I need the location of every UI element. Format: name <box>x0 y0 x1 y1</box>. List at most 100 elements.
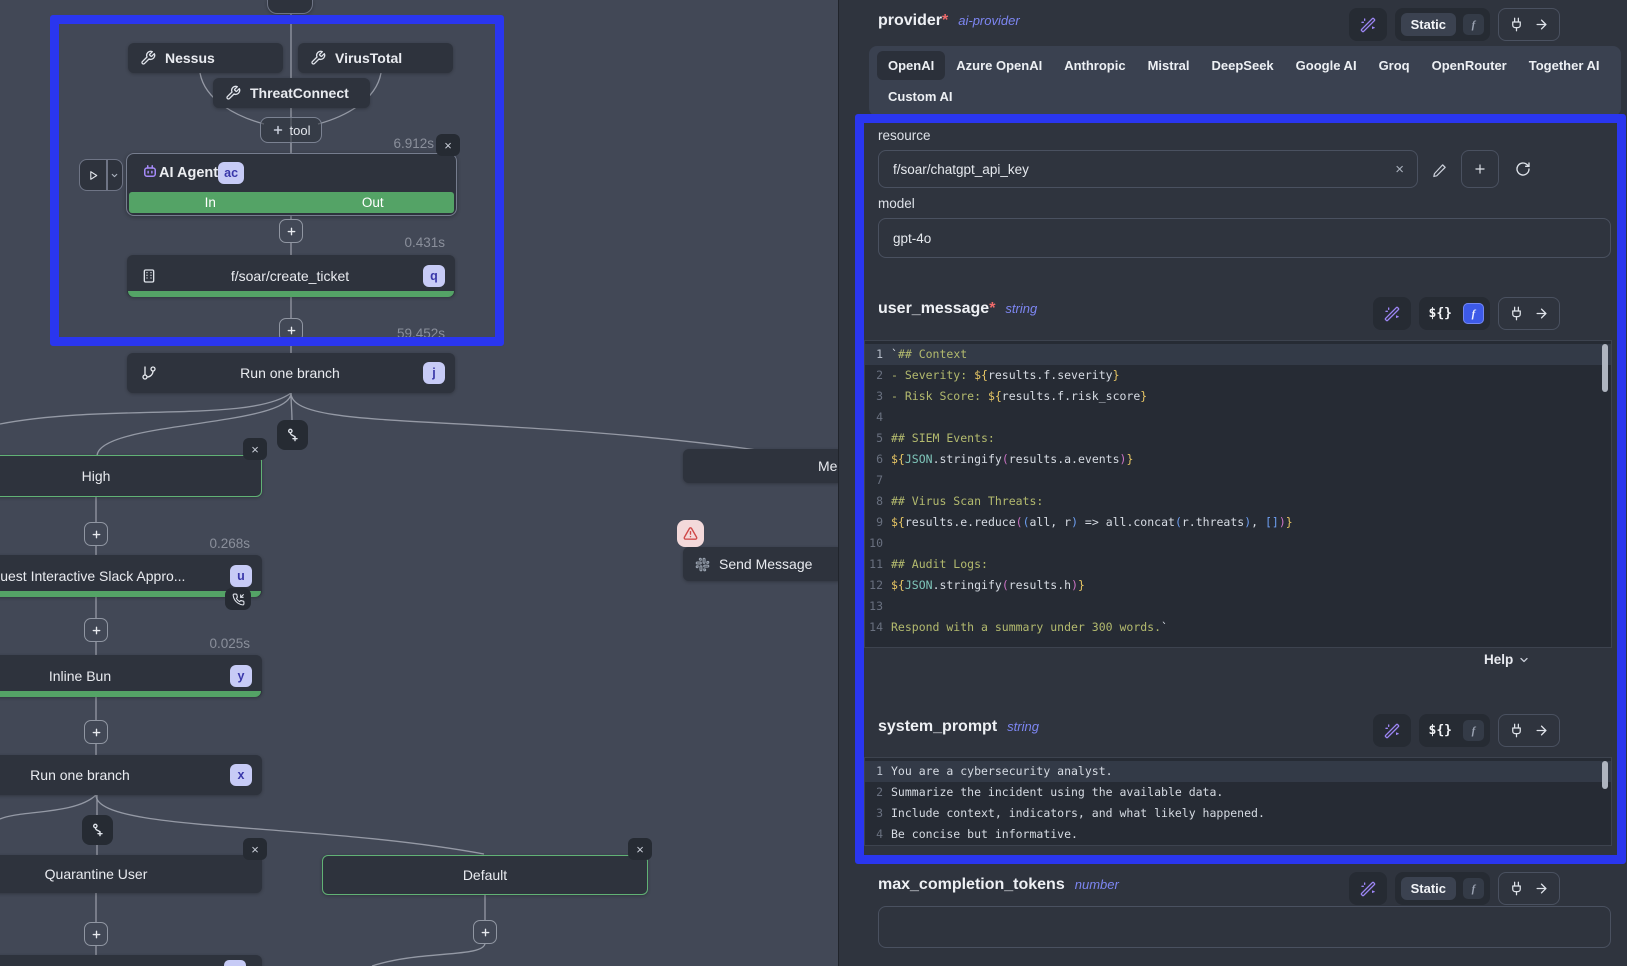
resource-input[interactable]: × <box>878 150 1418 188</box>
model-input[interactable] <box>878 218 1611 258</box>
tool-node-nessus[interactable]: Nessus <box>128 43 283 73</box>
slack-approval-node[interactable]: Request Interactive Slack Appro... u <box>0 555 262 597</box>
code-line[interactable]: 13 <box>865 596 1611 617</box>
add-tool-button[interactable]: tool <box>260 117 322 143</box>
function-mode-icon[interactable]: f <box>1463 14 1484 35</box>
flow-canvas[interactable]: Nessus VirusTotal ThreatConnect tool 6.9… <box>0 0 838 966</box>
robot-icon <box>141 162 159 184</box>
branch-node-high[interactable]: High <box>0 455 262 497</box>
plug-icon[interactable] <box>1509 17 1524 32</box>
provider-tab-google-ai[interactable]: Google AI <box>1285 51 1368 80</box>
close-icon[interactable]: × <box>436 134 460 156</box>
ai-wand-button[interactable] <box>1373 714 1411 747</box>
add-branch-button[interactable] <box>82 815 113 845</box>
scrollbar-thumb[interactable] <box>1602 344 1608 392</box>
code-line[interactable]: 3- Risk Score: ${results.f.risk_score} <box>865 386 1611 407</box>
ai-wand-button[interactable] <box>1349 8 1387 41</box>
code-line[interactable]: 14Respond with a summary under 300 words… <box>865 617 1611 638</box>
quarantine-user-node[interactable]: Quarantine User <box>0 855 262 893</box>
arrow-right-icon[interactable] <box>1534 723 1549 738</box>
ai-agent-node[interactable]: AI Agent ac In Out <box>126 153 457 216</box>
code-line[interactable]: 4 <box>865 407 1611 428</box>
code-line[interactable]: 4Be concise but informative. <box>865 824 1611 845</box>
insert-step-button[interactable] <box>473 920 497 944</box>
edit-resource-button[interactable] <box>1427 158 1451 182</box>
model-value[interactable] <box>879 231 1610 246</box>
provider-tab-together-ai[interactable]: Together AI <box>1518 51 1611 80</box>
tool-node-threatconnect[interactable]: ThreatConnect <box>213 78 370 108</box>
provider-tab-mistral[interactable]: Mistral <box>1137 51 1201 80</box>
code-line[interactable]: 9${results.e.reduce((all, r) => all.conc… <box>865 512 1611 533</box>
plug-icon[interactable] <box>1509 723 1524 738</box>
max-completion-tokens-input[interactable] <box>878 906 1611 948</box>
max-completion-tokens-value[interactable] <box>879 920 1610 935</box>
chevron-down-icon[interactable] <box>108 160 123 190</box>
provider-tab-azure-openai[interactable]: Azure OpenAI <box>945 51 1053 80</box>
insert-step-button[interactable] <box>279 219 303 243</box>
provider-tab-custom-ai[interactable]: Custom AI <box>877 82 964 111</box>
arrow-right-icon[interactable] <box>1534 17 1549 32</box>
code-line[interactable]: 1`## Context <box>865 344 1611 365</box>
function-mode-icon[interactable]: f <box>1463 720 1484 741</box>
input-node-stub[interactable] <box>267 0 313 14</box>
clear-icon[interactable]: × <box>1382 161 1417 178</box>
branch-node-default[interactable]: Default <box>322 855 648 895</box>
run-one-branch-node-x[interactable]: Run one branch x <box>0 755 262 795</box>
refresh-resources-button[interactable] <box>1511 157 1535 181</box>
tool-node-virustotal[interactable]: VirusTotal <box>298 43 453 73</box>
template-mode-button[interactable]: ${} <box>1425 723 1456 738</box>
code-line[interactable]: 2Summarize the incident using the availa… <box>865 782 1611 803</box>
provider-tab-openrouter[interactable]: OpenRouter <box>1421 51 1518 80</box>
function-mode-icon[interactable]: f <box>1463 878 1484 899</box>
add-branch-button[interactable] <box>277 420 308 450</box>
function-mode-icon[interactable]: f <box>1463 303 1484 324</box>
provider-tab-anthropic[interactable]: Anthropic <box>1053 51 1136 80</box>
close-icon[interactable]: × <box>243 438 267 460</box>
close-icon[interactable]: × <box>628 838 652 860</box>
add-resource-button[interactable] <box>1461 150 1499 188</box>
plug-icon[interactable] <box>1509 881 1524 896</box>
provider-tab-openai[interactable]: OpenAI <box>877 51 945 80</box>
agent-out-handle[interactable]: Out <box>292 192 455 213</box>
static-mode-button[interactable]: Static <box>1401 13 1456 36</box>
provider-tab-groq[interactable]: Groq <box>1368 51 1421 80</box>
inline-bun-node[interactable]: Inline Bun y <box>0 655 262 697</box>
scrollbar-thumb[interactable] <box>1602 761 1608 789</box>
branch-node-medium[interactable]: Medium <box>683 449 838 483</box>
code-line[interactable]: 12${JSON.stringify(results.h)} <box>865 575 1611 596</box>
provider-tab-deepseek[interactable]: DeepSeek <box>1201 51 1285 80</box>
code-line[interactable]: 5## SIEM Events: <box>865 428 1611 449</box>
template-mode-button[interactable]: ${} <box>1425 306 1456 321</box>
run-node-button[interactable] <box>79 159 123 191</box>
ai-wand-button[interactable] <box>1373 297 1411 330</box>
help-dropdown[interactable]: Help <box>1484 652 1530 667</box>
arrow-right-icon[interactable] <box>1534 881 1549 896</box>
code-line[interactable]: 6${JSON.stringify(results.a.events)} <box>865 449 1611 470</box>
code-line[interactable]: 1You are a cybersecurity analyst. <box>865 761 1611 782</box>
arrow-right-icon[interactable] <box>1534 306 1549 321</box>
code-line[interactable]: 7 <box>865 470 1611 491</box>
static-mode-button[interactable]: Static <box>1401 877 1456 900</box>
insert-step-button[interactable] <box>84 522 108 546</box>
code-line[interactable]: 3Include context, indicators, and what l… <box>865 803 1611 824</box>
agent-in-handle[interactable]: In <box>129 192 292 213</box>
close-icon[interactable]: × <box>243 838 267 860</box>
insert-step-button[interactable] <box>279 318 303 342</box>
code-line[interactable]: 11## Audit Logs: <box>865 554 1611 575</box>
plug-icon[interactable] <box>1509 306 1524 321</box>
insert-step-button[interactable] <box>84 720 108 744</box>
insert-step-button[interactable] <box>84 618 108 642</box>
send-message-node[interactable]: Send Message <box>683 547 838 581</box>
play-icon[interactable] <box>80 160 106 190</box>
insert-step-button[interactable] <box>84 922 108 946</box>
create-ticket-node[interactable]: f/soar/create_ticket q <box>127 255 455 297</box>
user-message-code-editor[interactable]: 1`## Context2- Severity: ${results.f.sev… <box>864 340 1612 648</box>
code-line[interactable]: 2- Severity: ${results.f.severity} <box>865 365 1611 386</box>
node-stub-bottom[interactable] <box>0 955 262 966</box>
code-line[interactable]: 8## Virus Scan Threats: <box>865 491 1611 512</box>
resource-value[interactable] <box>879 162 1382 177</box>
run-one-branch-node-j[interactable]: Run one branch j <box>127 353 455 393</box>
system-prompt-code-editor[interactable]: 1You are a cybersecurity analyst.2Summar… <box>864 757 1612 846</box>
ai-wand-button[interactable] <box>1349 872 1387 905</box>
code-line[interactable]: 10 <box>865 533 1611 554</box>
